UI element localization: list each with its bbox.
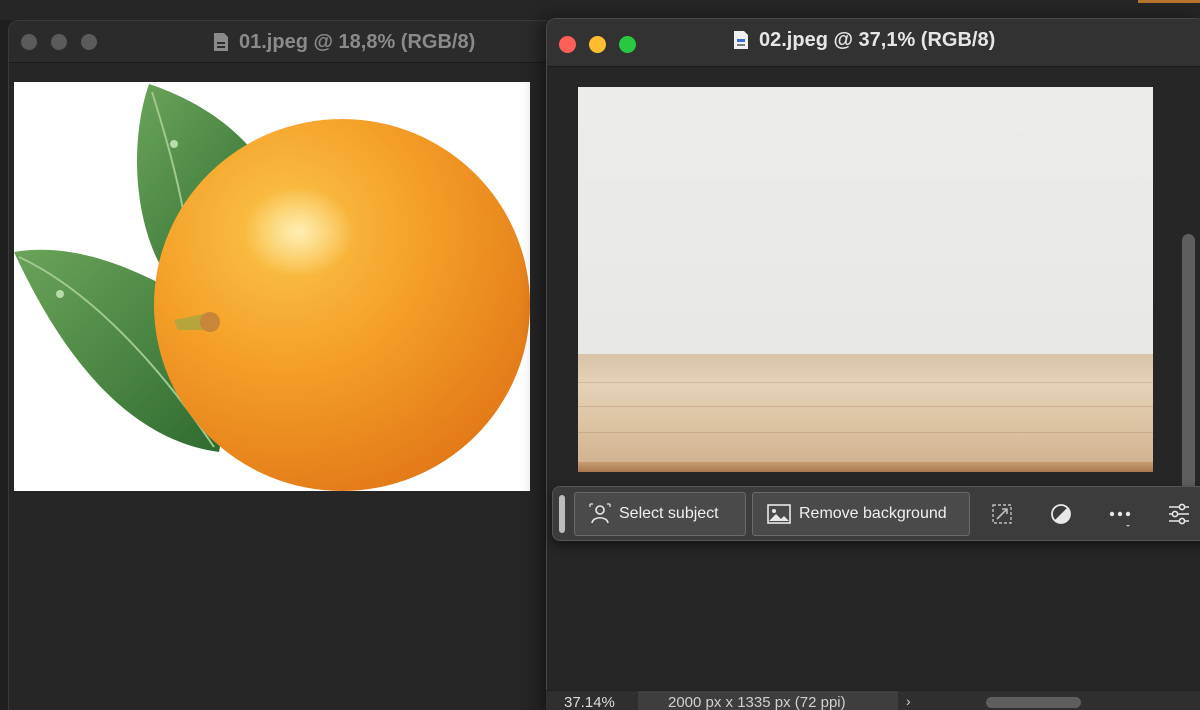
close-button[interactable] [559, 36, 576, 53]
window-title-01: 01.jpeg @ 18,8% (RGB/8) [213, 21, 475, 63]
document-info[interactable]: 2000 px x 1335 px (72 ppi) [638, 691, 898, 710]
more-options-icon[interactable] [1105, 499, 1135, 529]
drag-handle[interactable] [559, 495, 565, 533]
accent-corner [1138, 0, 1200, 3]
window-title-text-02: 02.jpeg @ 37,1% (RGB/8) [759, 28, 996, 51]
remove-background-label: Remove background [799, 505, 947, 522]
zoom-button[interactable] [619, 36, 636, 53]
window-title-02: 02.jpeg @ 37,1% (RGB/8) [733, 19, 995, 61]
select-subject-icon [589, 503, 611, 524]
document-icon [214, 33, 228, 51]
select-subject-label: Select subject [619, 505, 719, 522]
document-info-text: 2000 px x 1335 px (72 ppi) [668, 694, 846, 710]
orange-image [14, 84, 530, 491]
document-canvas-orange[interactable] [14, 82, 530, 491]
minimize-button-inactive[interactable] [51, 34, 67, 50]
transform-selection-icon[interactable] [987, 499, 1017, 529]
document-window-02[interactable]: 02.jpeg @ 37,1% (RGB/8) [546, 18, 1200, 710]
background-strip [0, 0, 1200, 20]
contextual-task-bar: Select subject Remove background [552, 486, 1200, 541]
document-icon [734, 31, 748, 49]
adjustment-layer-icon[interactable] [1046, 499, 1076, 529]
status-bar: 37.14% 2000 px x 1335 px (72 ppi) › [546, 690, 1200, 710]
chevron-right-icon[interactable]: › [906, 693, 911, 709]
vertical-scrollbar[interactable] [1182, 234, 1195, 499]
image-icon [767, 504, 791, 524]
minimize-button[interactable] [589, 36, 606, 53]
titlebar-02[interactable]: 02.jpeg @ 37,1% (RGB/8) [547, 19, 1200, 67]
window-title-text-01: 01.jpeg @ 18,8% (RGB/8) [239, 30, 476, 53]
document-canvas-table[interactable] [578, 87, 1153, 472]
close-button-inactive[interactable] [21, 34, 37, 50]
select-subject-button[interactable]: Select subject [574, 492, 746, 536]
wooden-table-image [578, 354, 1153, 472]
zoom-button-inactive[interactable] [81, 34, 97, 50]
horizontal-scrollbar[interactable] [986, 697, 1081, 708]
remove-background-button[interactable]: Remove background [752, 492, 970, 536]
zoom-level[interactable]: 37.14% [564, 694, 615, 710]
properties-sliders-icon[interactable] [1164, 499, 1194, 529]
